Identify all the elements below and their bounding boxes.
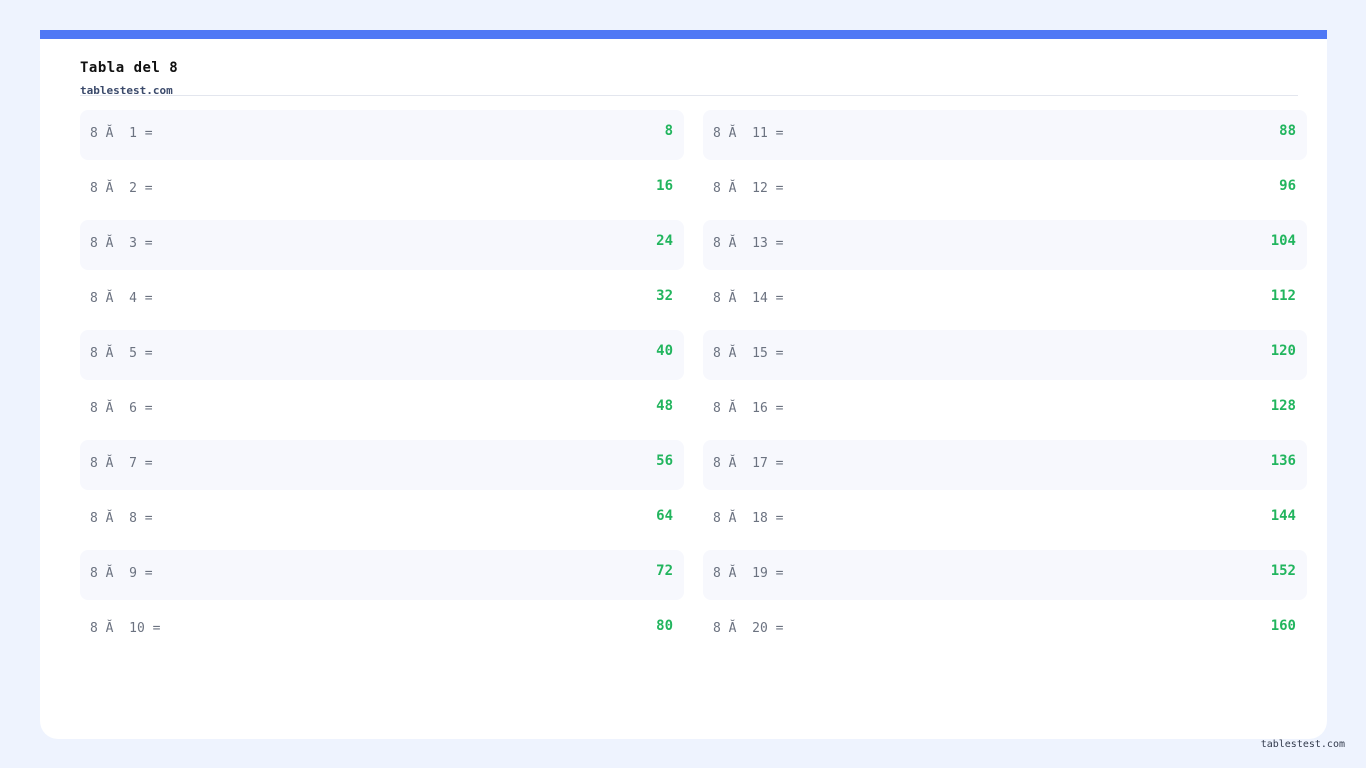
row-result: 56: [656, 453, 673, 469]
table-row: 8 Ă 18 = 144: [703, 495, 1307, 545]
row-result: 72: [656, 563, 673, 579]
row-expression: 8 Ă 6 =: [90, 401, 153, 416]
row-expression: 8 Ă 10 =: [90, 621, 161, 636]
row-result: 88: [1279, 123, 1296, 139]
row-result: 40: [656, 343, 673, 359]
table-row: 8 Ă 13 = 104: [703, 220, 1307, 270]
row-result: 8: [664, 123, 673, 139]
row-result: 152: [1270, 563, 1296, 579]
table-row: 8 Ă 19 = 152: [703, 550, 1307, 600]
row-result: 48: [656, 398, 673, 414]
row-expression: 8 Ă 11 =: [713, 126, 784, 141]
row-expression: 8 Ă 5 =: [90, 346, 153, 361]
table-row: 8 Ă 10 = 80: [80, 605, 684, 655]
row-result: 128: [1270, 398, 1296, 414]
row-expression: 8 Ă 4 =: [90, 291, 153, 306]
row-expression: 8 Ă 12 =: [713, 181, 784, 196]
row-expression: 8 Ă 1 =: [90, 126, 153, 141]
page-title: Tabla del 8: [80, 60, 179, 76]
row-result: 80: [656, 618, 673, 634]
row-expression: 8 Ă 8 =: [90, 511, 153, 526]
row-result: 16: [656, 178, 673, 194]
row-result: 144: [1270, 508, 1296, 524]
table-row: 8 Ă 9 = 72: [80, 550, 684, 600]
row-expression: 8 Ă 17 =: [713, 456, 784, 471]
table-row: 8 Ă 6 = 48: [80, 385, 684, 435]
table-row: 8 Ă 20 = 160: [703, 605, 1307, 655]
row-expression: 8 Ă 20 =: [713, 621, 784, 636]
table-row: 8 Ă 16 = 128: [703, 385, 1307, 435]
table-row: 8 Ă 7 = 56: [80, 440, 684, 490]
row-result: 64: [656, 508, 673, 524]
table-row: 8 Ă 17 = 136: [703, 440, 1307, 490]
row-expression: 8 Ă 13 =: [713, 236, 784, 251]
row-expression: 8 Ă 15 =: [713, 346, 784, 361]
row-expression: 8 Ă 7 =: [90, 456, 153, 471]
row-result: 160: [1270, 618, 1296, 634]
table-row: 8 Ă 12 = 96: [703, 165, 1307, 215]
row-result: 104: [1270, 233, 1296, 249]
row-expression: 8 Ă 3 =: [90, 236, 153, 251]
table-row: 8 Ă 14 = 112: [703, 275, 1307, 325]
table-row: 8 Ă 15 = 120: [703, 330, 1307, 380]
right-column: 8 Ă 11 = 88 8 Ă 12 = 96 8 Ă 13 = 104 8 Ă…: [703, 110, 1307, 660]
footer-watermark: tablestest.com: [1260, 739, 1345, 750]
row-result: 24: [656, 233, 673, 249]
row-expression: 8 Ă 2 =: [90, 181, 153, 196]
row-result: 32: [656, 288, 673, 304]
row-result: 136: [1270, 453, 1296, 469]
row-result: 112: [1270, 288, 1296, 304]
table-row: 8 Ă 5 = 40: [80, 330, 684, 380]
row-expression: 8 Ă 19 =: [713, 566, 784, 581]
row-expression: 8 Ă 9 =: [90, 566, 153, 581]
row-expression: 8 Ă 16 =: [713, 401, 784, 416]
table-row: 8 Ă 2 = 16: [80, 165, 684, 215]
table-card: Tabla del 8 tablestest.com 8 Ă 1 = 8 8 Ă…: [40, 30, 1327, 739]
row-expression: 8 Ă 14 =: [713, 291, 784, 306]
left-column: 8 Ă 1 = 8 8 Ă 2 = 16 8 Ă 3 = 24 8 Ă 4 = …: [80, 110, 684, 660]
row-result: 96: [1279, 178, 1296, 194]
table-row: 8 Ă 4 = 32: [80, 275, 684, 325]
table-row: 8 Ă 8 = 64: [80, 495, 684, 545]
row-expression: 8 Ă 18 =: [713, 511, 784, 526]
table-row: 8 Ă 3 = 24: [80, 220, 684, 270]
card-accent-bar: [40, 30, 1327, 39]
table-row: 8 Ă 11 = 88: [703, 110, 1307, 160]
row-result: 120: [1270, 343, 1296, 359]
table-row: 8 Ă 1 = 8: [80, 110, 684, 160]
header-divider: [80, 95, 1298, 96]
